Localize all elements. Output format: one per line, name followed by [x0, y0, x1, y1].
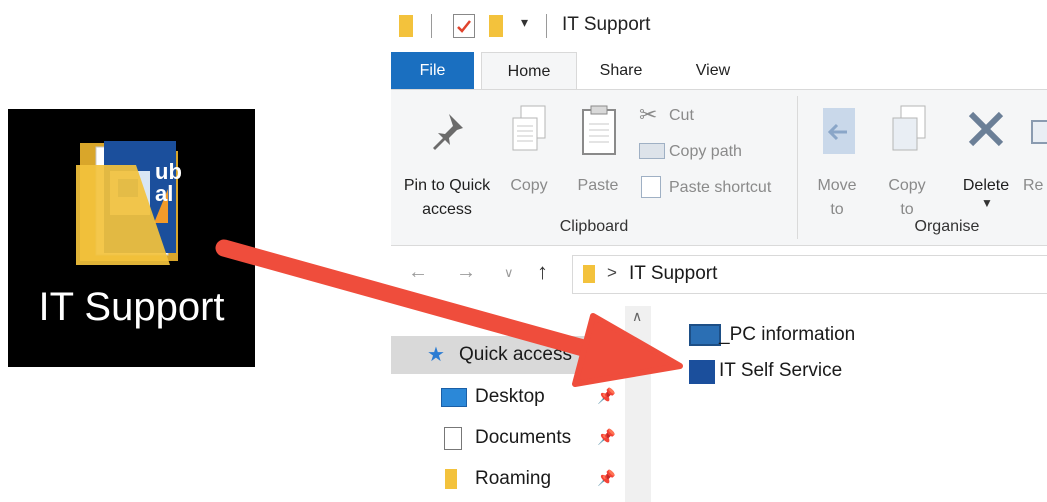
paste-shortcut-icon — [641, 176, 661, 198]
address-bar[interactable]: > IT Support — [572, 255, 1047, 294]
organise-group-label: Organise — [914, 218, 980, 235]
pin-icon: 📌 — [597, 470, 616, 487]
cut-button[interactable]: ✂ Cut — [639, 102, 789, 130]
delete-button[interactable]: Delete ▼ — [953, 104, 1019, 210]
toolbar-separator — [431, 14, 432, 38]
toolbar-separator — [546, 14, 547, 38]
chevron-down-icon: ▼ — [981, 196, 993, 210]
window-title: IT Support — [562, 14, 651, 35]
explorer-window: ▾ IT Support File Home Share View Pin to… — [391, 0, 1047, 502]
paste-label: Paste — [577, 177, 619, 194]
folder-icon — [583, 265, 595, 283]
nav-item-desktop[interactable]: Desktop 📌 — [391, 378, 625, 416]
tab-view[interactable]: View — [669, 52, 757, 89]
app-icon — [689, 360, 715, 384]
file-item[interactable]: IT Self Service — [689, 358, 889, 384]
pin-icon: 📌 — [597, 429, 616, 446]
delete-label: Delete — [962, 177, 1010, 194]
rename-button[interactable]: Re — [1023, 104, 1047, 208]
file-label: _PC information — [719, 324, 856, 345]
recent-locations-icon[interactable]: ∨ — [504, 265, 514, 281]
nav-item-label: Quick access — [459, 344, 572, 365]
pin-icon — [433, 114, 463, 150]
ribbon: Pin to Quick access Copy Paste ✂ Cut Cop… — [391, 89, 1047, 246]
scissors-icon: ✂ — [639, 102, 658, 127]
clipboard-group-label: Clipboard — [559, 218, 629, 235]
properties-icon[interactable] — [453, 14, 475, 38]
tab-home[interactable]: Home — [481, 52, 577, 91]
new-folder-icon[interactable] — [489, 15, 503, 37]
nav-item-documents[interactable]: Documents 📌 — [391, 419, 625, 457]
breadcrumb[interactable]: IT Support — [629, 263, 717, 285]
scrollbar[interactable]: ∧ — [625, 306, 651, 502]
paste-shortcut-label: Paste shortcut — [669, 179, 772, 196]
move-to-icon — [823, 108, 855, 154]
copy-button[interactable]: Copy — [501, 104, 557, 194]
tab-share[interactable]: Share — [581, 52, 661, 89]
star-icon: ★ — [427, 344, 445, 366]
paste-shortcut-button[interactable]: Paste shortcut — [639, 174, 789, 202]
copy-path-icon — [639, 143, 665, 159]
file-label: IT Self Service — [719, 360, 843, 381]
icon-badge-text: ub al — [155, 159, 182, 206]
cut-label: Cut — [669, 107, 694, 124]
scroll-up-icon[interactable]: ∧ — [632, 308, 642, 325]
nav-item-label: Documents — [475, 427, 572, 448]
move-to-line1: Move — [817, 177, 857, 194]
copy-to-line1: Copy — [888, 177, 926, 194]
paste-button[interactable]: Paste — [571, 104, 625, 194]
rename-icon — [1031, 120, 1047, 144]
copy-to-icon — [892, 105, 926, 151]
desktop-icon — [441, 388, 467, 407]
desktop-shortcut-label: IT Support — [38, 285, 225, 329]
breadcrumb-separator: > — [607, 263, 617, 282]
delete-icon — [968, 111, 1004, 147]
clipboard-icon — [582, 105, 616, 155]
tab-file[interactable]: File — [391, 52, 474, 89]
rename-label: Re — [1023, 177, 1044, 194]
documents-icon — [444, 427, 462, 450]
monitor-icon — [689, 324, 721, 346]
nav-item-quick-access[interactable]: ★ Quick access — [391, 336, 625, 374]
customize-toolbar-icon[interactable]: ▾ — [521, 14, 528, 31]
copy-to-button[interactable]: Copy to — [879, 104, 935, 218]
desktop-shortcut-tile[interactable]: ub al IT Support — [8, 109, 255, 367]
pin-to-quick-access-button[interactable]: Pin to Quick access — [391, 104, 503, 218]
pin-icon: 📌 — [597, 388, 616, 405]
nav-item-label: Desktop — [475, 386, 545, 407]
back-arrow-icon[interactable]: ← — [408, 261, 428, 284]
copy-label: Copy — [510, 177, 548, 194]
folder-icon[interactable] — [399, 15, 413, 37]
folder-icon — [445, 469, 457, 489]
pin-label-line1: Pin to Quick — [403, 177, 491, 194]
copy-path-button[interactable]: Copy path — [639, 138, 789, 166]
nav-item-label: Roaming — [475, 468, 552, 489]
up-arrow-icon[interactable]: ↑ — [537, 259, 548, 285]
copy-path-label: Copy path — [669, 143, 742, 160]
copy-icon — [512, 105, 546, 151]
move-to-button[interactable]: Move to — [809, 104, 865, 218]
forward-arrow-icon[interactable]: → — [456, 261, 476, 284]
nav-item-roaming[interactable]: Roaming 📌 — [391, 460, 625, 498]
file-item[interactable]: _PC information — [689, 322, 889, 348]
